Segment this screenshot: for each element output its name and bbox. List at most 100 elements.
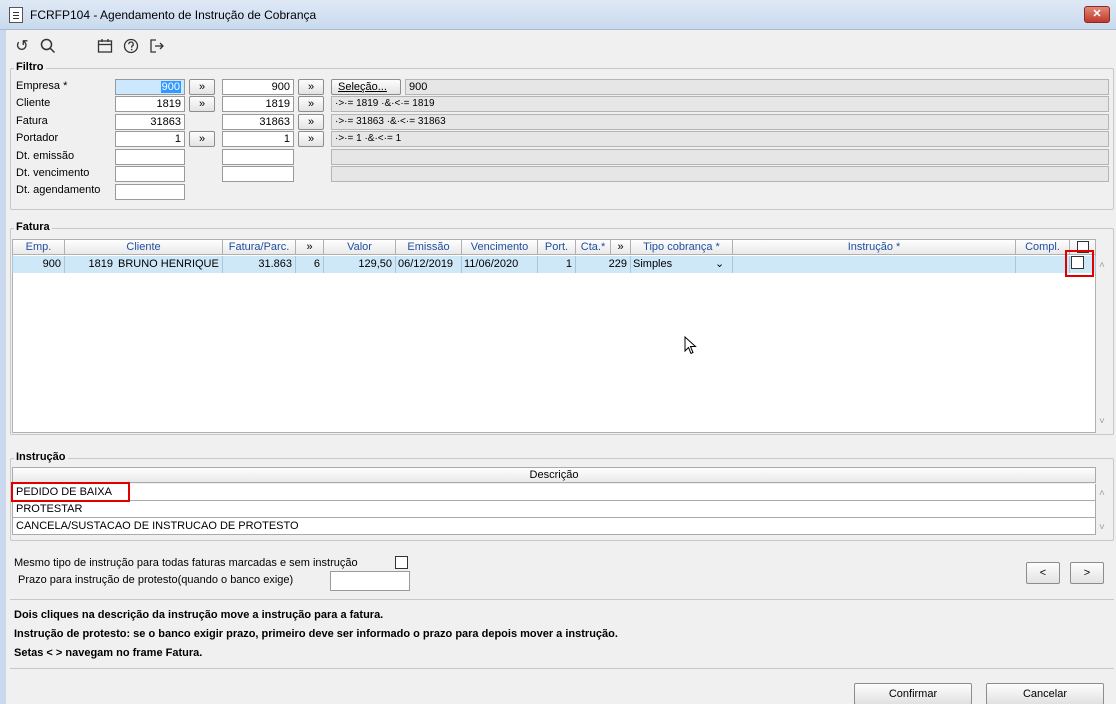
cliente-range-display: ·>·= 1819 ·&·<·= 1819 <box>331 96 1109 112</box>
empresa-to-input[interactable]: 900 <box>222 79 294 95</box>
col-cta-arrow-button[interactable]: » <box>611 239 631 255</box>
prev-button[interactable]: < <box>1026 562 1060 584</box>
mesmo-tipo-label: Mesmo tipo de instrução para todas fatur… <box>14 557 358 569</box>
note-double-click: Dois cliques na descrição da instrução m… <box>14 609 384 621</box>
prazo-input[interactable] <box>330 571 410 591</box>
cell-cliente-nome[interactable]: BRUNO HENRIQUE I <box>116 256 223 273</box>
empresa-label: Empresa * <box>16 80 68 92</box>
instrucao-highlight <box>11 482 130 502</box>
fatura-range-display: ·>·= 31863 ·&·<·= 31863 <box>331 114 1109 130</box>
mouse-cursor-icon <box>684 335 698 359</box>
empresa-from-input[interactable]: 900 <box>115 79 185 95</box>
col-port[interactable]: Port. <box>538 239 576 255</box>
col-compl[interactable]: Compl. <box>1016 239 1070 255</box>
cell-instrucao[interactable] <box>733 256 1016 273</box>
cell-fatura[interactable]: 31.863 <box>223 256 296 273</box>
col-tipo-cobranca[interactable]: Tipo cobrança * <box>631 239 733 255</box>
cell-parc[interactable]: 6 <box>296 256 324 273</box>
filtro-title: Filtro <box>14 61 46 73</box>
help-icon[interactable] <box>121 37 141 57</box>
tipo-cobranca-select[interactable]: Simples ⌄ <box>631 256 733 273</box>
portador-from-input[interactable]: 1 <box>115 131 185 147</box>
portador-copy-button[interactable]: » <box>189 131 215 147</box>
instrucao-scroll-up-icon[interactable]: ˄ <box>1099 488 1105 499</box>
mesmo-tipo-checkbox[interactable] <box>395 556 408 569</box>
cell-emissao[interactable]: 06/12/2019 <box>396 256 462 273</box>
col-instrucao[interactable]: Instrução * <box>733 239 1016 255</box>
instrucao-item-cancela-sustacao[interactable]: CANCELA/SUSTACAO DE INSTRUCAO DE PROTEST… <box>12 518 1096 535</box>
cell-port[interactable]: 1 <box>538 256 576 273</box>
col-fatura-parc[interactable]: Fatura/Parc. <box>223 239 296 255</box>
search-icon[interactable] <box>38 37 58 57</box>
fatura-from-input[interactable]: 31863 <box>115 114 185 130</box>
cell-emp[interactable]: 900 <box>12 256 65 273</box>
dt-emissao-to-input[interactable] <box>222 149 294 165</box>
col-emp[interactable]: Emp. <box>12 239 65 255</box>
note-arrows: Setas < > navegam no frame Fatura. <box>14 647 203 659</box>
cell-compl[interactable] <box>1016 256 1070 273</box>
close-button[interactable]: ✕ <box>1084 6 1110 23</box>
col-cliente[interactable]: Cliente <box>65 239 223 255</box>
fatura-range-button[interactable]: » <box>298 114 324 130</box>
portador-range-button[interactable]: » <box>298 131 324 147</box>
next-button[interactable]: > <box>1070 562 1104 584</box>
col-fatura-arrow-button[interactable]: » <box>296 239 324 255</box>
dt-emissao-from-input[interactable] <box>115 149 185 165</box>
empresa-copy-button[interactable]: » <box>189 79 215 95</box>
fatura-to-input[interactable]: 31863 <box>222 114 294 130</box>
selecao-button[interactable]: Seleção... <box>331 79 401 95</box>
empresa-range-button[interactable]: » <box>298 79 324 95</box>
cell-cliente-cod[interactable]: 1819 <box>65 256 116 273</box>
fatura-title: Fatura <box>14 221 52 233</box>
empresa-from-value: 900 <box>160 81 181 93</box>
app-icon <box>9 7 23 23</box>
dt-vencimento-label: Dt. vencimento <box>16 167 90 179</box>
chevron-down-icon[interactable]: ⌄ <box>715 256 724 272</box>
confirm-button[interactable]: Confirmar <box>854 683 972 704</box>
cliente-label: Cliente <box>16 97 51 109</box>
col-vencimento[interactable]: Vencimento <box>462 239 538 255</box>
portador-range-display: ·>·= 1 ·&·<·= 1 <box>331 131 1109 147</box>
portador-to-input[interactable]: 1 <box>222 131 294 147</box>
cliente-to-input[interactable]: 1819 <box>222 96 294 112</box>
undo-icon[interactable]: ↺ <box>12 37 32 57</box>
dt-vencimento-to-input[interactable] <box>222 166 294 182</box>
tipo-cobranca-value: Simples <box>633 258 673 270</box>
title-bar: FCRFP104 - Agendamento de Instrução de C… <box>0 0 1116 30</box>
cliente-from-input[interactable]: 1819 <box>115 96 185 112</box>
instrucao-title: Instrução <box>14 451 68 463</box>
col-descricao[interactable]: Descrição <box>12 467 1096 483</box>
window-left-edge <box>0 30 6 704</box>
dt-agendamento-input[interactable] <box>115 184 185 200</box>
cliente-range-button[interactable]: » <box>298 96 324 112</box>
instrucao-scroll-down-icon[interactable]: ˅ <box>1099 522 1105 533</box>
cliente-copy-button[interactable]: » <box>189 96 215 112</box>
empresa-selection-display: 900 <box>405 79 1109 95</box>
instrucao-item-pedido-baixa[interactable]: PEDIDO DE BAIXA <box>12 484 1096 501</box>
col-emissao[interactable]: Emissão <box>396 239 462 255</box>
fatura-label: Fatura <box>16 115 48 127</box>
instrucao-item-protestar[interactable]: PROTESTAR <box>12 501 1096 518</box>
grid-scroll-up-icon[interactable]: ˄ <box>1099 260 1105 271</box>
cell-vencimento[interactable]: 11/06/2020 <box>462 256 538 273</box>
dt-emissao-label: Dt. emissão <box>16 150 75 162</box>
separator <box>10 599 1114 600</box>
col-valor[interactable]: Valor <box>324 239 396 255</box>
footer-separator <box>10 668 1114 669</box>
grid-scroll-down-icon[interactable]: ˅ <box>1099 416 1105 427</box>
dt-agendamento-label: Dt. agendamento <box>16 184 101 196</box>
col-cta[interactable]: Cta.* <box>576 239 611 255</box>
portador-label: Portador <box>16 132 59 144</box>
calendar-icon[interactable] <box>95 37 115 57</box>
dt-vencimento-from-input[interactable] <box>115 166 185 182</box>
cell-cta[interactable]: 229 <box>576 256 631 273</box>
cancel-button[interactable]: Cancelar <box>986 683 1104 704</box>
dt-emissao-range-display <box>331 149 1109 165</box>
prazo-label: Prazo para instrução de protesto(quando … <box>18 574 294 586</box>
exit-icon[interactable] <box>147 37 167 57</box>
window-title: FCRFP104 - Agendamento de Instrução de C… <box>30 8 317 22</box>
note-protesto: Instrução de protesto: se o banco exigir… <box>14 628 618 640</box>
row-select-checkbox[interactable] <box>1071 256 1084 269</box>
dt-vencimento-range-display <box>331 166 1109 182</box>
cell-valor[interactable]: 129,50 <box>324 256 396 273</box>
